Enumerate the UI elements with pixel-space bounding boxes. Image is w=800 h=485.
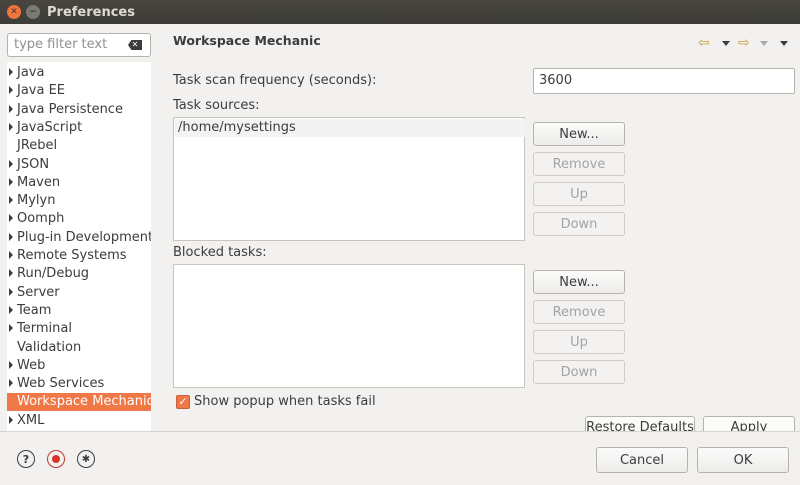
expand-arrow-icon[interactable] — [9, 104, 13, 113]
tree-item-run-debug[interactable]: Run/Debug — [7, 265, 151, 283]
tree-item-label: Mylyn — [17, 193, 56, 209]
cancel-button[interactable]: Cancel — [596, 447, 688, 473]
tree-item-label: Team — [17, 302, 52, 318]
clear-filter-icon[interactable]: ✕ — [128, 40, 142, 50]
sources-up-button[interactable]: Up — [533, 182, 625, 206]
tree-item-java-persistence[interactable]: Java Persistence — [7, 101, 151, 119]
blocked-remove-button[interactable]: Remove — [533, 300, 625, 324]
blocked-tasks-list[interactable] — [173, 264, 525, 388]
expand-arrow-icon[interactable] — [9, 177, 13, 186]
tree-item-workspace-mechanic[interactable]: Workspace Mechanic — [7, 393, 151, 412]
expand-arrow-icon[interactable] — [9, 159, 13, 168]
expand-arrow-icon[interactable] — [9, 324, 13, 333]
tree-item-terminal[interactable]: Terminal — [7, 320, 151, 338]
task-sources-list[interactable]: /home/mysettings — [173, 117, 525, 241]
tree-item-label: Run/Debug — [17, 266, 90, 282]
back-menu-icon[interactable] — [722, 41, 730, 46]
tree-item-remote-systems[interactable]: Remote Systems — [7, 247, 151, 265]
tree-item-label: XML — [17, 412, 45, 428]
forward-arrow-icon[interactable]: ⇨ — [738, 36, 750, 50]
blocked-up-button[interactable]: Up — [533, 330, 625, 354]
tree-item-label: JSON — [17, 156, 50, 172]
page-title: Workspace Mechanic — [173, 33, 321, 48]
scan-frequency-value: 3600 — [539, 73, 573, 88]
scan-frequency-field[interactable]: 3600 — [533, 68, 795, 94]
expand-arrow-icon[interactable] — [9, 269, 13, 278]
expand-arrow-icon[interactable] — [9, 251, 13, 259]
tree-item-java-ee[interactable]: Java EE — [7, 82, 151, 100]
view-menu-icon[interactable] — [780, 41, 788, 46]
record-icon[interactable] — [47, 450, 65, 468]
tree-item-label: Plug-in Development — [17, 229, 151, 245]
minimize-icon[interactable]: − — [26, 5, 40, 19]
title-bar: ✕ − Preferences — [0, 0, 800, 24]
tree-item-server[interactable]: Server — [7, 284, 151, 302]
tree-item-validation[interactable]: Validation — [7, 339, 151, 357]
show-popup-checkbox[interactable]: ✓ — [176, 395, 190, 409]
show-popup-label: Show popup when tasks fail — [194, 394, 376, 409]
back-arrow-icon[interactable]: ⇦ — [698, 36, 710, 50]
tree-item-jrebel[interactable]: JRebel — [7, 137, 151, 155]
lightbulb-icon[interactable]: ✱ — [77, 450, 95, 468]
tree-item-oomph[interactable]: Oomph — [7, 210, 151, 228]
expand-arrow-icon[interactable] — [9, 415, 13, 424]
tree-item-label: Maven — [17, 174, 61, 190]
tree-item-xml[interactable]: XML — [7, 412, 151, 430]
expand-arrow-icon[interactable] — [9, 122, 13, 131]
expand-arrow-icon[interactable] — [9, 232, 13, 241]
sources-down-button[interactable]: Down — [533, 212, 625, 236]
tree-item-label: Validation — [17, 339, 82, 355]
tree-item-label: Web Services — [17, 376, 105, 392]
history-nav: ⇦ ⇨ — [698, 36, 793, 52]
expand-arrow-icon[interactable] — [9, 360, 13, 369]
task-sources-label: Task sources: — [173, 98, 260, 113]
expand-arrow-icon[interactable] — [9, 287, 13, 296]
window-title: Preferences — [47, 5, 135, 20]
list-item[interactable]: /home/mysettings — [175, 119, 525, 137]
tree-item-label: Java EE — [17, 83, 66, 99]
tree-item-json[interactable]: JSON — [7, 156, 151, 174]
filter-placeholder: type filter text — [14, 37, 108, 52]
expand-arrow-icon[interactable] — [9, 379, 13, 388]
expand-arrow-icon[interactable] — [9, 196, 13, 205]
tree-item-label: JavaScript — [17, 119, 83, 135]
tree-item-label: Web — [17, 357, 46, 373]
blocked-new-button[interactable]: New... — [533, 270, 625, 294]
sources-remove-button[interactable]: Remove — [533, 152, 625, 176]
tree-item-java[interactable]: Java — [7, 64, 151, 82]
tree-item-label: Server — [17, 284, 60, 300]
blocked-down-button[interactable]: Down — [533, 360, 625, 384]
expand-arrow-icon[interactable] — [9, 305, 13, 314]
ok-button[interactable]: OK — [697, 447, 789, 473]
sidebar: type filter text ✕ Java Java EE Java Persi… — [0, 24, 160, 431]
expand-arrow-icon[interactable] — [9, 68, 13, 76]
tree-item-web[interactable]: Web — [7, 357, 151, 375]
dialog-footer: ? ✱ Cancel OK — [0, 431, 800, 485]
tree-item-maven[interactable]: Maven — [7, 174, 151, 192]
tree-item-mylyn[interactable]: Mylyn — [7, 192, 151, 210]
sources-new-button[interactable]: New... — [533, 122, 625, 146]
tree-item-label: JRebel — [17, 138, 58, 154]
tree-item-label: Workspace Mechanic — [17, 394, 151, 410]
forward-menu-icon[interactable] — [760, 41, 768, 46]
tree-item-team[interactable]: Team — [7, 302, 151, 320]
tree-item-web-services[interactable]: Web Services — [7, 375, 151, 393]
tree-item-label: Java Persistence — [17, 101, 123, 117]
task-source-path: /home/mysettings — [178, 120, 296, 135]
help-icon[interactable]: ? — [17, 450, 35, 468]
expand-arrow-icon[interactable] — [9, 214, 13, 223]
filter-input[interactable]: type filter text ✕ — [7, 33, 151, 57]
close-icon[interactable]: ✕ — [7, 5, 21, 19]
tree-item-label: Remote Systems — [17, 248, 127, 263]
tree-item-label: Oomph — [17, 211, 65, 227]
tree-item-plug-in-development[interactable]: Plug-in Development — [7, 229, 151, 247]
expand-arrow-icon[interactable] — [9, 86, 13, 95]
blocked-tasks-label: Blocked tasks: — [173, 245, 267, 260]
tree-item-label: Terminal — [17, 321, 72, 337]
scan-frequency-label: Task scan frequency (seconds): — [173, 73, 377, 88]
tree-item-javascript[interactable]: JavaScript — [7, 119, 151, 137]
preference-page: Workspace Mechanic ⇦ ⇨ Task scan frequen… — [160, 24, 800, 436]
tree-item-label: Java — [17, 65, 45, 80]
preference-tree: Java Java EE Java Persistence JavaScript JRe… — [7, 62, 151, 431]
